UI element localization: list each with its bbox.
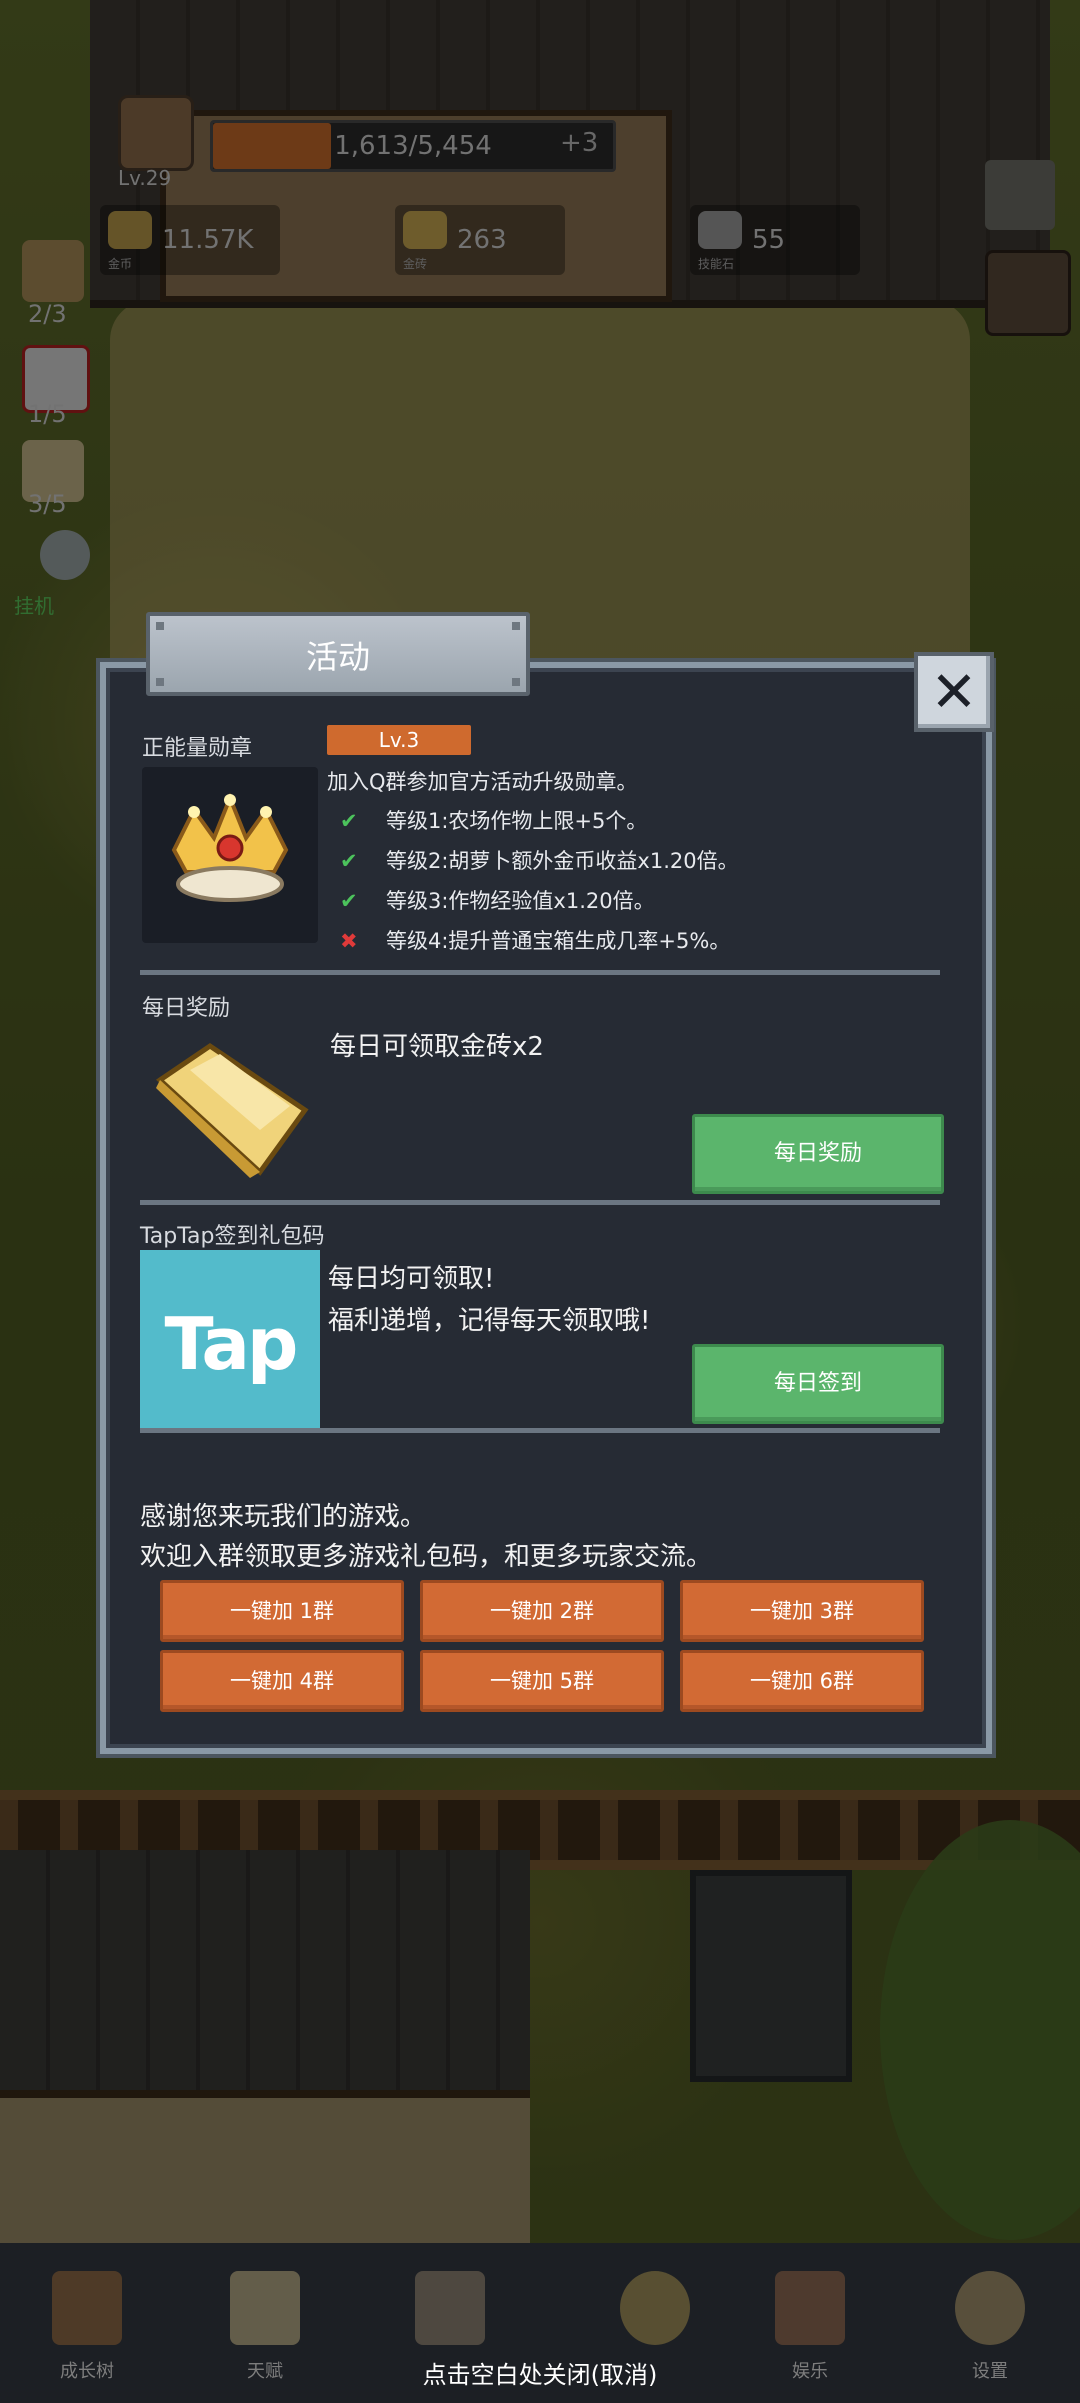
badge-description: 加入Q群参加官方活动升级勋章。 xyxy=(327,770,638,794)
gear-icon xyxy=(955,2271,1025,2345)
thanks-text-1: 感谢您来玩我们的游戏。 xyxy=(140,1502,427,1532)
join-group-5-button[interactable]: 一键加 5群 xyxy=(420,1650,664,1712)
badge-level-row: ✔ 等级2:胡萝卜额外金币收益x1.20倍。 xyxy=(340,845,739,875)
rivet xyxy=(512,622,520,630)
taptap-logo-text: Tap xyxy=(164,1302,299,1386)
badge-level-text: 等级2:胡萝卜额外金币收益x1.20倍。 xyxy=(386,849,739,873)
badge-level-text: 等级1:农场作物上限+5个。 xyxy=(386,809,648,833)
taptap-section-label: TapTap签到礼包码 xyxy=(140,1224,325,1249)
join-group-6-button[interactable]: 一键加 6群 xyxy=(680,1650,924,1712)
daily-reward-button[interactable]: 每日奖励 xyxy=(692,1114,944,1194)
daily-reward-text: 每日可领取金砖x2 xyxy=(330,1032,544,1062)
badge-level-tag: Lv.3 xyxy=(327,725,471,755)
scroll-icon xyxy=(230,2271,300,2345)
dialog-title-plate: 活动 xyxy=(146,612,530,696)
daily-checkin-button[interactable]: 每日签到 xyxy=(692,1344,944,1424)
section-divider xyxy=(140,1428,940,1433)
check-icon: ✔ xyxy=(340,849,358,873)
badge-level-text: 等级4:提升普通宝箱生成几率+5%。 xyxy=(386,929,731,953)
thanks-text-2: 欢迎入群领取更多游戏礼包码，和更多玩家交流。 xyxy=(140,1542,713,1572)
join-group-1-button[interactable]: 一键加 1群 xyxy=(160,1580,404,1642)
rivet xyxy=(156,678,164,686)
rivet xyxy=(156,622,164,630)
cross-icon: ✖ xyxy=(340,929,358,953)
map-icon xyxy=(415,2271,485,2345)
book-icon xyxy=(52,2271,122,2345)
section-divider xyxy=(140,970,940,975)
check-icon: ✔ xyxy=(340,809,358,833)
close-button[interactable]: ✕ xyxy=(914,652,994,732)
close-icon: ✕ xyxy=(930,660,978,725)
key-icon xyxy=(620,2271,690,2345)
close-hint-text[interactable]: 点击空白处关闭(取消) xyxy=(0,2355,1080,2390)
badge-level-row: ✔ 等级3:作物经验值x1.20倍。 xyxy=(340,885,655,915)
taptap-line-1: 每日均可领取! xyxy=(328,1264,495,1294)
section-divider xyxy=(140,1200,940,1205)
gold-brick-icon xyxy=(155,1042,309,1178)
join-group-4-button[interactable]: 一键加 4群 xyxy=(160,1650,404,1712)
dialog-title: 活动 xyxy=(305,638,370,676)
taptap-logo: Tap xyxy=(140,1250,320,1430)
join-group-3-button[interactable]: 一键加 3群 xyxy=(680,1580,924,1642)
badge-section-label: 正能量勋章 xyxy=(142,736,253,761)
badge-level-text: 等级3:作物经验值x1.20倍。 xyxy=(386,889,655,913)
check-icon: ✔ xyxy=(340,889,358,913)
badge-level-row: ✖ 等级4:提升普通宝箱生成几率+5%。 xyxy=(340,925,730,955)
flag-icon xyxy=(775,2271,845,2345)
join-group-2-button[interactable]: 一键加 2群 xyxy=(420,1580,664,1642)
rivet xyxy=(512,678,520,686)
taptap-line-2: 福利递增，记得每天领取哦! xyxy=(328,1306,651,1336)
crown-badge-icon xyxy=(171,792,289,902)
daily-section-label: 每日奖励 xyxy=(142,996,231,1021)
badge-level-row: ✔ 等级1:农场作物上限+5个。 xyxy=(340,805,647,835)
